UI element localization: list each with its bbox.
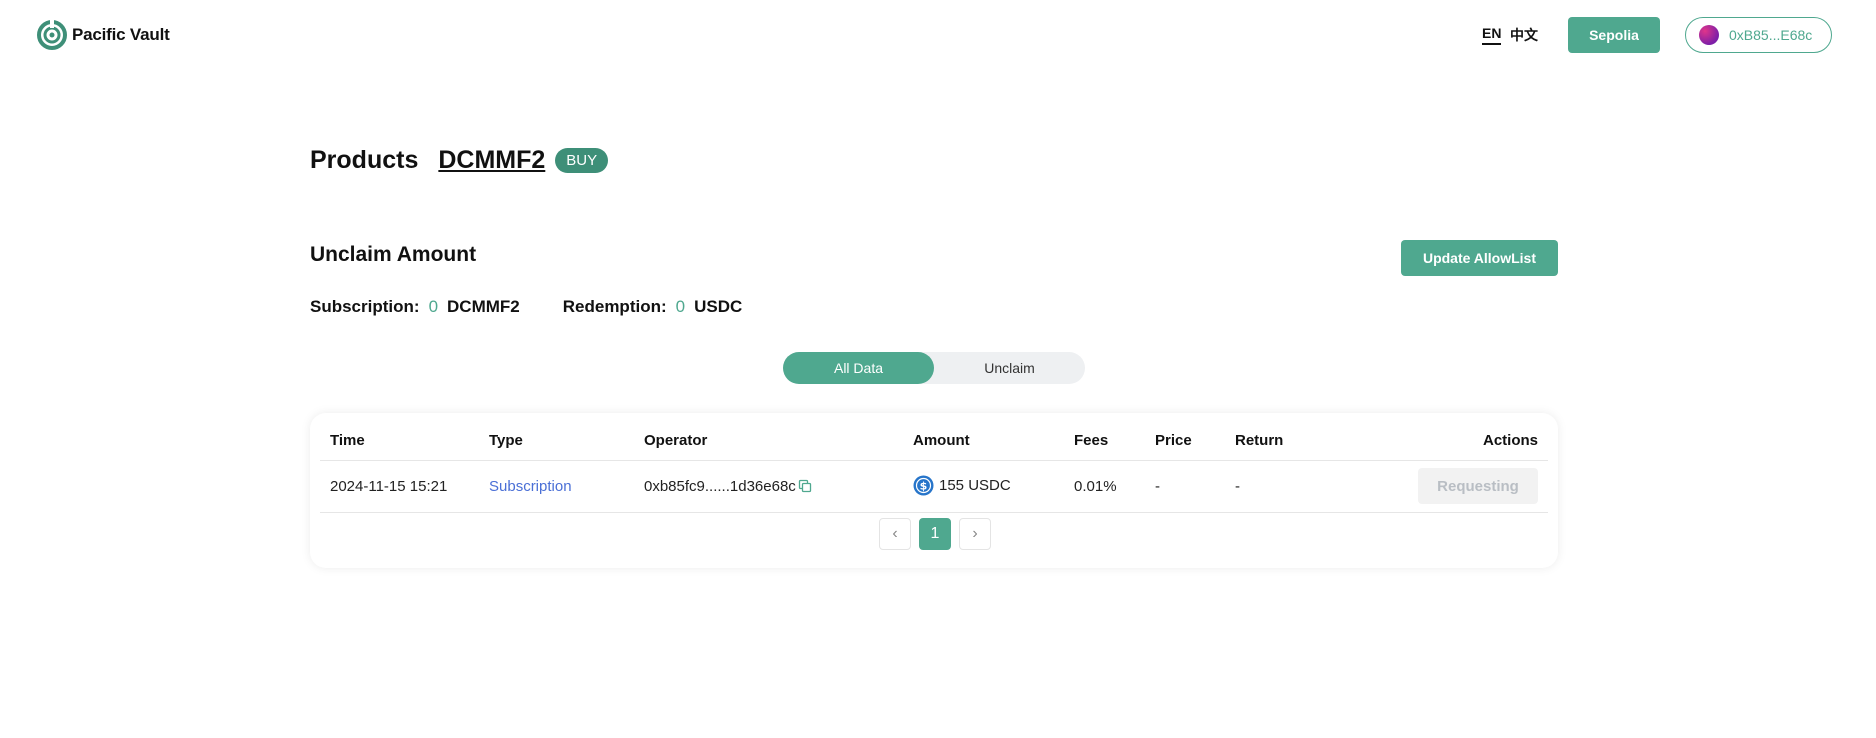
cell-type-link[interactable]: Subscription [489,478,572,495]
svg-text:$: $ [920,480,928,493]
subscription-value: 0 [428,297,439,316]
table-row: 2024-11-15 15:21 Subscription 0xb85fc9..… [320,461,1548,513]
column-type: Type [489,432,523,449]
cell-amount: $ 155 USDC [913,475,1011,496]
copy-icon[interactable] [798,479,812,493]
column-time: Time [330,432,365,449]
cell-time: 2024-11-15 15:21 [330,478,448,495]
operator-address: 0xb85fc9......1d36e68c [644,478,796,495]
unclaim-stats: Subscription: 0 DCMMF2 Redemption: 0 USD… [310,297,742,317]
wallet-button[interactable]: 0xB85...E68c [1685,17,1832,53]
network-button[interactable]: Sepolia [1568,17,1660,53]
brand-name: Pacific Vault [72,25,170,44]
column-operator: Operator [644,432,708,449]
lang-zh-option[interactable]: 中文 [1510,25,1538,45]
redemption-label: Redemption: [562,297,667,316]
redemption-unit: USDC [694,297,743,316]
usdc-icon: $ [913,475,934,496]
lang-en-option[interactable]: EN [1482,25,1502,45]
cell-price: - [1155,478,1160,495]
column-return: Return [1235,432,1284,449]
next-page-button[interactable]: › [959,518,991,550]
buy-badge: BUY [555,148,609,173]
brand-logo[interactable]: Pacific Vault [37,20,170,50]
cell-return: - [1235,478,1240,495]
tab-all-data[interactable]: All Data [783,352,934,384]
column-actions: Actions [1482,432,1538,449]
wallet-avatar [1699,25,1719,45]
column-amount: Amount [913,432,970,449]
unclaim-amount-heading: Unclaim Amount [310,243,477,266]
column-fees: Fees [1074,432,1109,449]
subscription-label: Subscription: [310,297,420,316]
page-1-button[interactable]: 1 [919,518,951,550]
subscription-unit: DCMMF2 [447,297,520,316]
top-nav: Pacific Vault EN 中文 Sepolia 0xB85...E68c [0,0,1876,72]
pagination: ‹ 1 › [879,518,999,550]
update-allowlist-button[interactable]: Update AllowList [1401,240,1558,276]
redemption-value: 0 [675,297,686,316]
amount-value: 155 [939,477,965,494]
requesting-button[interactable]: Requesting [1418,468,1538,504]
pacific-vault-logo-icon [37,20,67,50]
wallet-address: 0xB85...E68c [1729,27,1813,43]
prev-page-button[interactable]: ‹ [879,518,911,550]
tab-unclaim[interactable]: Unclaim [934,352,1085,384]
column-price: Price [1155,432,1192,449]
product-link[interactable]: DCMMF2 [438,146,545,175]
page-title-row: Products DCMMF2 BUY [310,146,609,175]
page-title: Products [310,146,419,174]
table-header: Time Type Operator Amount Fees Price Ret… [320,413,1548,461]
cell-fees: 0.01% [1074,478,1117,495]
transactions-table: Time Type Operator Amount Fees Price Ret… [310,413,1558,568]
amount-unit: USDC [968,477,1011,494]
data-filter-tabs: All Data Unclaim [783,352,1085,384]
cell-operator: 0xb85fc9......1d36e68c [644,478,812,495]
